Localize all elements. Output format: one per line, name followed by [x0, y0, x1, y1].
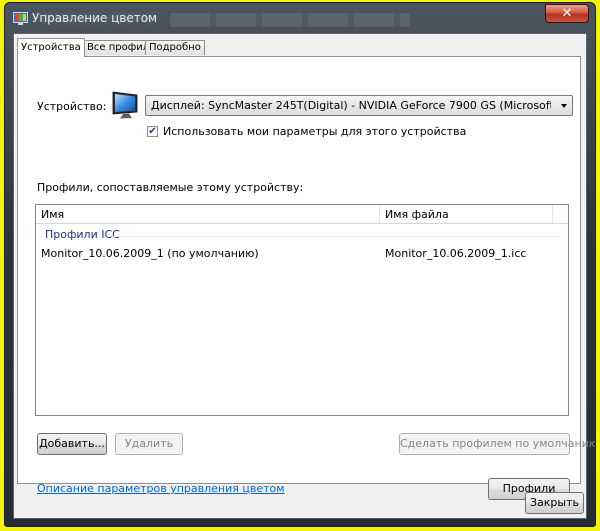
- add-button[interactable]: Добавить...: [37, 433, 107, 455]
- chevron-down-icon[interactable]: [561, 104, 567, 108]
- monitor-icon: [112, 91, 138, 119]
- tab-devices[interactable]: Устройства: [17, 38, 85, 57]
- background-ghost-text: [170, 13, 410, 27]
- profiles-list[interactable]: Имя Имя файла Профили ICC Monitor_10.06.…: [35, 204, 569, 416]
- profiles-heading: Профили, сопоставляемые этому устройству…: [37, 181, 304, 194]
- list-header: Имя Имя файла: [36, 205, 568, 224]
- color-management-window: Управление цветом ✕ Устройства Все профи…: [4, 2, 596, 527]
- profile-filename: Monitor_10.06.2009_1.icc: [385, 247, 527, 260]
- checkmark-icon: ✔: [148, 126, 157, 137]
- device-select-value: Дисплей: SyncMaster 245T(Digital) - NVID…: [151, 99, 551, 112]
- window-title: Управление цветом: [32, 11, 158, 25]
- tab-advanced[interactable]: Подробно: [145, 40, 205, 55]
- column-header-filename[interactable]: Имя файла: [385, 208, 449, 221]
- column-divider[interactable]: [379, 205, 380, 223]
- window-close-button[interactable]: ✕: [545, 4, 589, 23]
- dialog-body: Устройства Все профили Подробно Устройст…: [13, 33, 595, 519]
- close-button[interactable]: Закрыть: [525, 492, 584, 514]
- use-my-settings-label[interactable]: Использовать мои параметры для этого уст…: [163, 125, 466, 138]
- use-my-settings-checkbox[interactable]: ✔: [147, 126, 158, 137]
- color-management-icon: [13, 12, 28, 25]
- column-header-name[interactable]: Имя: [41, 208, 64, 221]
- close-icon: ✕: [561, 6, 573, 21]
- tab-panel-devices: Устройство: Дисплей: SyncMaster 245T(Dig…: [17, 56, 595, 500]
- device-select[interactable]: Дисплей: SyncMaster 245T(Digital) - NVID…: [145, 95, 573, 116]
- device-label: Устройство:: [37, 100, 107, 113]
- column-divider[interactable]: [552, 205, 553, 223]
- group-label-icc: Профили ICC: [45, 228, 120, 241]
- profile-name: Monitor_10.06.2009_1 (по умолчанию): [41, 247, 259, 260]
- remove-button[interactable]: Удалить: [115, 433, 183, 455]
- set-default-button[interactable]: Сделать профилем по умолчанию: [399, 433, 595, 455]
- group-divider: [114, 236, 561, 237]
- help-link[interactable]: Описание параметров управления цветом: [37, 482, 285, 495]
